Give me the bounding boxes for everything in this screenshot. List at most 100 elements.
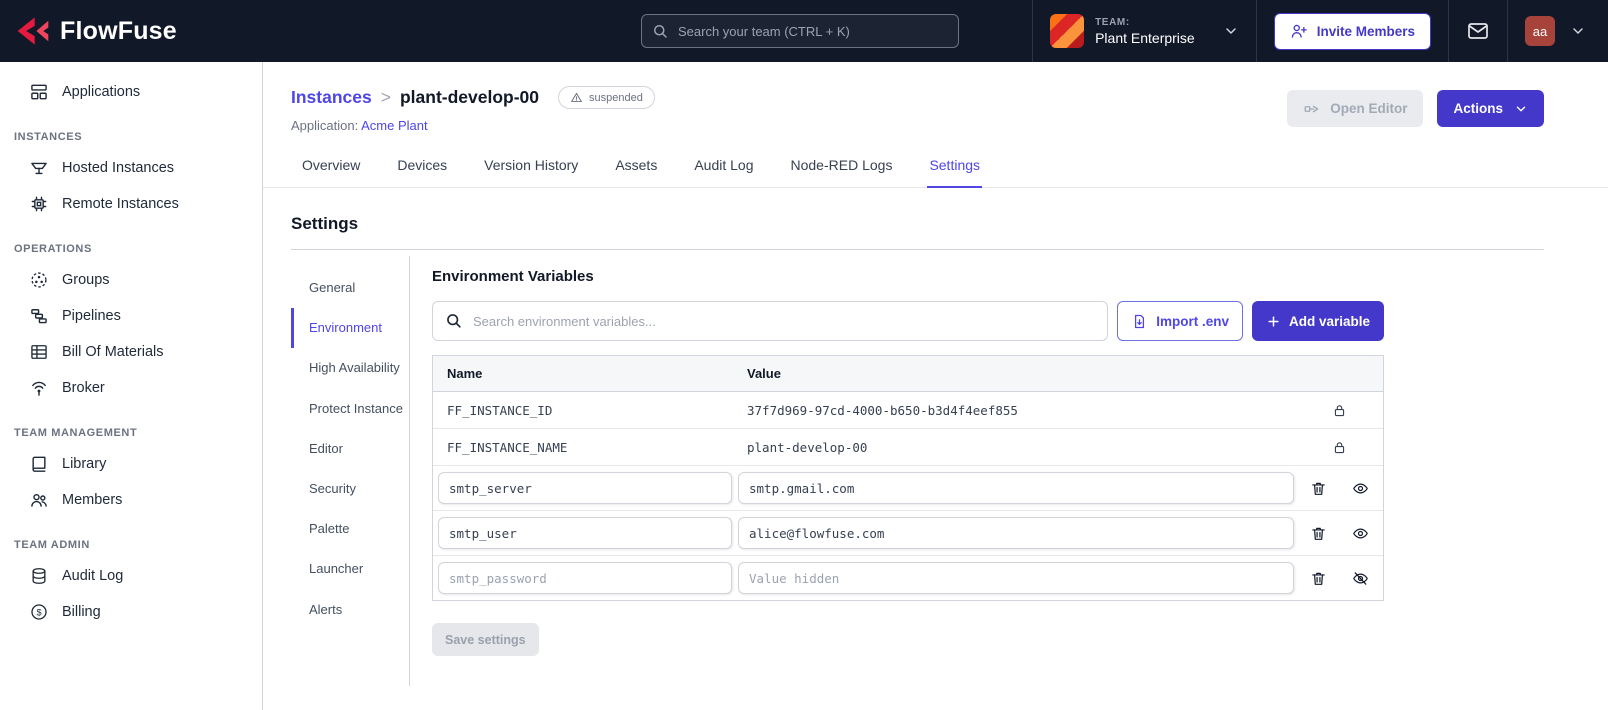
lock-icon (1332, 440, 1347, 455)
table-header: Name Value (433, 356, 1383, 392)
settings-nav-launcher[interactable]: Launcher (291, 549, 409, 589)
eye-icon (1352, 525, 1369, 542)
settings-nav-high-availability[interactable]: High Availability (291, 348, 409, 388)
save-settings-button[interactable]: Save settings (432, 623, 539, 656)
settings-nav-alerts[interactable]: Alerts (291, 590, 409, 630)
tab-node-red-logs[interactable]: Node-RED Logs (789, 151, 895, 187)
team-search-input[interactable] (641, 14, 959, 48)
mail-icon[interactable] (1466, 19, 1490, 43)
sidebar-section-instances: INSTANCES (14, 131, 83, 143)
sidebar-item-label: Bill Of Materials (62, 344, 164, 360)
sidebar-item-members[interactable]: Members (0, 482, 262, 518)
tab-devices[interactable]: Devices (395, 151, 449, 187)
sidebar-item-broker[interactable]: Broker (0, 370, 262, 406)
search-icon (651, 22, 669, 40)
flowfuse-logo-icon (16, 16, 50, 46)
brand[interactable]: FlowFuse (0, 16, 190, 46)
settings-nav-environment[interactable]: Environment (291, 308, 409, 349)
settings-nav-protect-instance[interactable]: Protect Instance (291, 389, 409, 429)
members-icon (29, 490, 49, 510)
delete-variable-button[interactable] (1300, 518, 1336, 548)
env-var-value: 37f7d969-97cd-4000-b650-b3d4f4eef855 (747, 402, 1018, 418)
sidebar-item-applications[interactable]: Applications (0, 74, 262, 110)
hosted-instances-icon (29, 158, 49, 178)
env-var-name-input[interactable] (438, 562, 732, 594)
instance-tabs: Overview Devices Version History Assets … (263, 133, 1608, 188)
column-header-name: Name (447, 366, 483, 381)
team-label: TEAM: (1095, 16, 1130, 28)
sidebar-item-label: Applications (62, 84, 141, 100)
status-badge: suspended (558, 86, 655, 109)
toggle-visibility-button[interactable] (1342, 473, 1378, 503)
status-badge-label: suspended (589, 91, 643, 104)
toggle-visibility-button[interactable] (1342, 563, 1378, 593)
team-search (641, 14, 959, 48)
top-navbar: FlowFuse TEAM: Plant Enterprise Invite M… (0, 0, 1608, 62)
bill-of-materials-icon (29, 342, 49, 362)
invite-members-button[interactable]: Invite Members (1273, 12, 1431, 50)
divider (291, 249, 1544, 250)
plus-icon (1266, 314, 1281, 329)
breadcrumb-instances-link[interactable]: Instances (291, 87, 372, 108)
table-row (433, 466, 1383, 511)
open-editor-button[interactable]: Open Editor (1287, 90, 1424, 127)
sidebar: Applications INSTANCES Hosted Instances … (0, 62, 263, 710)
team-selector[interactable]: TEAM: Plant Enterprise (1032, 0, 1256, 62)
tab-audit-log[interactable]: Audit Log (692, 151, 755, 187)
invite-members-label: Invite Members (1316, 23, 1415, 39)
user-avatar[interactable]: aa (1525, 16, 1555, 46)
sidebar-item-remote-instances[interactable]: Remote Instances (0, 186, 262, 222)
lock-icon (1332, 403, 1347, 418)
sidebar-item-billing[interactable]: $ Billing (0, 594, 262, 630)
settings-nav-editor[interactable]: Editor (291, 429, 409, 469)
env-var-value-input[interactable] (738, 562, 1294, 594)
application-link[interactable]: Acme Plant (361, 118, 427, 133)
section-title: Environment Variables (432, 268, 594, 285)
broker-icon (29, 378, 49, 398)
sidebar-section-team-management: TEAM MANAGEMENT (14, 427, 138, 439)
tab-version-history[interactable]: Version History (482, 151, 580, 187)
sidebar-item-audit-log[interactable]: Audit Log (0, 558, 262, 594)
warning-icon (570, 91, 583, 104)
import-env-button[interactable]: Import .env (1117, 301, 1243, 341)
trash-icon (1310, 525, 1327, 542)
settings-nav-general[interactable]: General (291, 268, 409, 308)
sidebar-item-groups[interactable]: Groups (0, 262, 262, 298)
tab-settings[interactable]: Settings (927, 151, 983, 188)
settings-nav-palette[interactable]: Palette (291, 509, 409, 549)
import-file-icon (1131, 313, 1148, 330)
settings-nav-security[interactable]: Security (291, 469, 409, 509)
delete-variable-button[interactable] (1300, 473, 1336, 503)
env-search (432, 301, 1109, 341)
add-variable-label: Add variable (1288, 313, 1370, 329)
env-search-input[interactable] (432, 301, 1109, 341)
tab-assets[interactable]: Assets (613, 151, 659, 187)
env-var-name-input[interactable] (438, 472, 732, 504)
eye-off-icon (1352, 570, 1369, 587)
sidebar-item-pipelines[interactable]: Pipelines (0, 298, 262, 334)
sidebar-item-hosted-instances[interactable]: Hosted Instances (0, 150, 262, 186)
chevron-down-icon[interactable] (1570, 23, 1586, 39)
chevron-down-icon (1223, 23, 1239, 39)
delete-variable-button[interactable] (1300, 563, 1336, 593)
env-var-name-input[interactable] (438, 517, 732, 549)
sidebar-item-bill-of-materials[interactable]: Bill Of Materials (0, 334, 262, 370)
trash-icon (1310, 480, 1327, 497)
groups-icon (29, 270, 49, 290)
sidebar-section-operations: OPERATIONS (14, 243, 92, 255)
table-row: FF_INSTANCE_ID 37f7d969-97cd-4000-b650-b… (433, 392, 1383, 429)
add-variable-button[interactable]: Add variable (1251, 301, 1384, 341)
billing-icon: $ (29, 602, 49, 622)
settings-nav: General Environment High Availability Pr… (291, 256, 410, 686)
actions-button[interactable]: Actions (1437, 90, 1544, 127)
pipelines-icon (29, 306, 49, 326)
sidebar-item-label: Billing (62, 604, 101, 620)
env-var-value-input[interactable] (738, 472, 1294, 504)
tab-overview[interactable]: Overview (300, 151, 362, 187)
sidebar-item-library[interactable]: Library (0, 446, 262, 482)
team-avatar-icon (1050, 14, 1085, 48)
column-header-value: Value (747, 366, 781, 381)
main-content: Instances > plant-develop-00 suspended A… (263, 62, 1608, 710)
toggle-visibility-button[interactable] (1342, 518, 1378, 548)
env-var-value-input[interactable] (738, 517, 1294, 549)
